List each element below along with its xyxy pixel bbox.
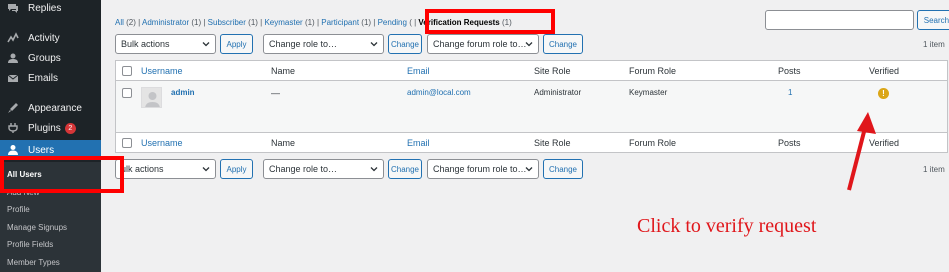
column-posts-footer: Posts: [778, 138, 801, 148]
row-email[interactable]: admin@local.com: [407, 88, 471, 97]
column-email-footer[interactable]: Email: [407, 138, 430, 148]
view-participant[interactable]: Participant (1): [321, 18, 371, 27]
select-all-checkbox-footer[interactable]: [122, 138, 132, 148]
column-email[interactable]: Email: [407, 66, 430, 76]
chevron-down-icon: [525, 42, 533, 47]
appearance-icon: [6, 101, 20, 115]
bulk-actions-value-bottom: ulk actions: [121, 164, 164, 174]
menu-replies[interactable]: Replies: [0, 0, 101, 18]
highlight-verification-tab: [425, 9, 555, 34]
row-username[interactable]: admin: [171, 88, 195, 97]
chevron-down-icon: [370, 42, 378, 47]
row-checkbox[interactable]: [122, 88, 132, 98]
avatar: [141, 87, 162, 108]
users-icon: [6, 143, 20, 157]
menu-emails-label: Emails: [28, 72, 59, 84]
bulk-actions-select-top[interactable]: Bulk actions: [115, 34, 216, 54]
submenu-manage-signups[interactable]: Manage Signups: [7, 223, 67, 232]
view-administrator[interactable]: Administrator (1): [142, 18, 201, 27]
table-header-row: Username Name Email Site Role Forum Role…: [116, 61, 947, 81]
column-username-footer[interactable]: Username: [141, 138, 183, 148]
emails-icon: [6, 71, 20, 85]
column-name: Name: [271, 66, 296, 76]
apply-button-top[interactable]: Apply: [220, 34, 253, 54]
change-role-select-bottom[interactable]: Change role to…: [263, 159, 384, 179]
row-posts[interactable]: 1: [788, 88, 792, 97]
change-forum-role-value-bottom: Change forum role to…: [433, 164, 527, 174]
bulk-actions-value: Bulk actions: [121, 39, 170, 49]
column-verified-footer: Verified: [869, 138, 900, 148]
submenu-member-types[interactable]: Member Types: [7, 258, 60, 267]
admin-sidebar: Replies Activity Groups Emails Appearanc…: [0, 0, 101, 272]
annotation-click-to-verify: Click to verify request: [637, 215, 817, 237]
view-keymaster[interactable]: Keymaster (1): [264, 18, 314, 27]
view-all[interactable]: All (2): [115, 18, 136, 27]
menu-appearance-label: Appearance: [28, 102, 82, 114]
menu-groups[interactable]: Groups: [0, 48, 101, 68]
column-name-footer: Name: [271, 138, 296, 148]
menu-replies-label: Replies: [28, 2, 62, 14]
column-forum-role-footer: Forum Role: [629, 138, 677, 148]
change-role-button-bottom[interactable]: Change: [388, 159, 422, 179]
plugins-update-badge: 2: [64, 122, 76, 134]
search-users-input[interactable]: [765, 10, 914, 30]
menu-activity-label: Activity: [28, 32, 60, 44]
chevron-down-icon: [202, 167, 210, 172]
replies-icon: [6, 1, 20, 15]
activity-icon: [6, 31, 20, 45]
select-all-checkbox[interactable]: [122, 66, 132, 76]
submenu-profile[interactable]: Profile: [7, 205, 30, 214]
change-forum-role-button-top[interactable]: Change: [543, 34, 583, 54]
column-site-role: Site Role: [534, 66, 571, 76]
column-username[interactable]: Username: [141, 66, 183, 76]
change-role-value: Change role to…: [269, 39, 338, 49]
items-count-top: 1 item: [923, 40, 945, 49]
table-footer-row: Username Name Email Site Role Forum Role…: [116, 132, 947, 152]
search-users-button[interactable]: Search Users: [917, 10, 949, 30]
change-forum-role-button-bottom[interactable]: Change: [543, 159, 583, 179]
row-name: —: [271, 88, 280, 98]
menu-activity[interactable]: Activity: [0, 28, 101, 48]
menu-groups-label: Groups: [28, 52, 61, 64]
bulk-actions-select-bottom[interactable]: ulk actions: [115, 159, 216, 179]
items-count-bottom: 1 item: [923, 165, 945, 174]
column-verified: Verified: [869, 66, 900, 76]
groups-icon: [6, 51, 20, 65]
menu-plugins[interactable]: Plugins 2: [0, 118, 101, 138]
column-forum-role: Forum Role: [629, 66, 677, 76]
highlight-all-users: [0, 156, 124, 193]
chevron-down-icon: [202, 42, 210, 47]
plugins-icon: [6, 121, 20, 135]
view-pending[interactable]: Pending (: [378, 18, 412, 27]
change-forum-role-select-bottom[interactable]: Change forum role to…: [427, 159, 539, 179]
menu-appearance[interactable]: Appearance: [0, 98, 101, 118]
chevron-down-icon: [370, 167, 378, 172]
submenu-profile-fields[interactable]: Profile Fields: [7, 240, 53, 249]
row-site-role: Administrator: [534, 88, 582, 97]
table-row: admin — admin@local.com Administrator Ke…: [116, 81, 947, 132]
users-list-main: All (2) | Administrator (1) | Subscriber…: [101, 0, 949, 272]
change-role-value-bottom: Change role to…: [269, 164, 338, 174]
change-forum-role-value: Change forum role to…: [433, 39, 527, 49]
verify-request-icon[interactable]: !: [878, 88, 889, 99]
column-posts: Posts: [778, 66, 801, 76]
change-role-select-top[interactable]: Change role to…: [263, 34, 384, 54]
users-table: Username Name Email Site Role Forum Role…: [115, 60, 948, 153]
apply-button-bottom[interactable]: Apply: [220, 159, 253, 179]
column-site-role-footer: Site Role: [534, 138, 571, 148]
menu-plugins-label: Plugins: [28, 122, 61, 134]
change-role-button-top[interactable]: Change: [388, 34, 422, 54]
menu-emails[interactable]: Emails: [0, 68, 101, 88]
row-forum-role: Keymaster: [629, 88, 668, 97]
change-forum-role-select-top[interactable]: Change forum role to…: [427, 34, 539, 54]
chevron-down-icon: [525, 167, 533, 172]
view-subscriber[interactable]: Subscriber (1): [208, 18, 258, 27]
menu-users-label: Users: [28, 144, 55, 156]
